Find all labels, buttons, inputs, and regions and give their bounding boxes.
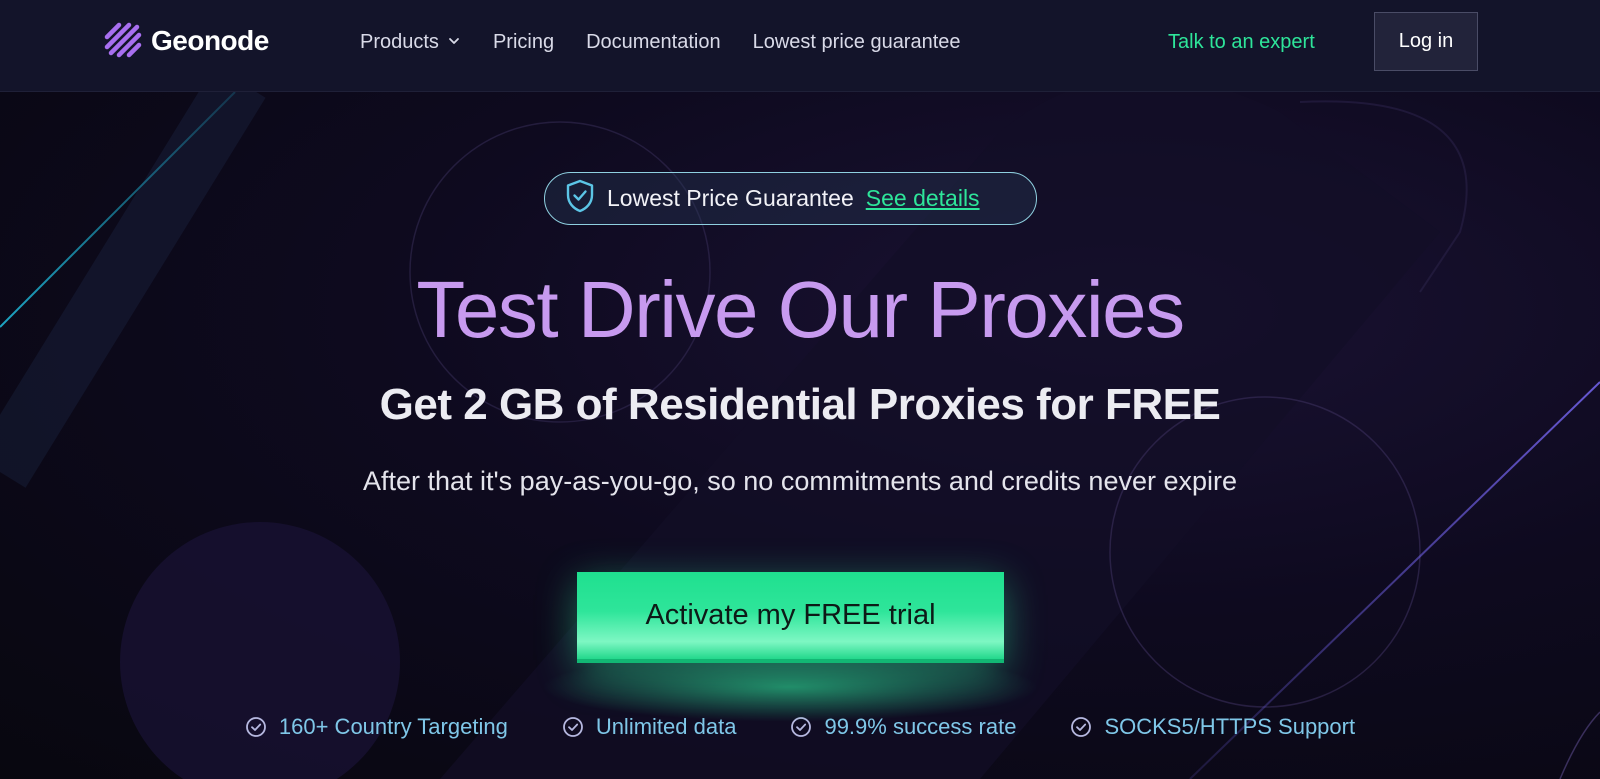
feature-item: SOCKS5/HTTPS Support [1070, 714, 1355, 740]
diagonal-stripes-logo-icon [103, 21, 143, 61]
chevron-down-icon [447, 31, 461, 54]
check-circle-icon [1070, 716, 1092, 738]
check-circle-icon [245, 716, 267, 738]
nav-links: Products Pricing Documentation Lowest pr… [360, 0, 961, 84]
nav-products-label: Products [360, 30, 439, 53]
talk-to-expert-link[interactable]: Talk to an expert [1168, 0, 1315, 84]
hero-description: After that it's pay-as-you-go, so no com… [362, 466, 1238, 496]
hero-subheadline: Get 2 GB of Residential Proxies for FREE [379, 380, 1221, 429]
activate-free-trial-button[interactable]: Activate my FREE trial [577, 572, 1004, 663]
hero-headline: Test Drive Our Proxies [416, 265, 1185, 354]
feature-item: 160+ Country Targeting [245, 714, 508, 740]
hero-section: Lowest Price Guarantee See details Test … [0, 92, 1600, 779]
badge-text: Lowest Price Guarantee [607, 185, 854, 211]
shield-check-icon [565, 179, 595, 218]
nav-products[interactable]: Products [360, 31, 461, 54]
brand-logo[interactable]: Geonode [103, 21, 269, 61]
feature-label: 160+ Country Targeting [278, 714, 508, 739]
top-navbar: Geonode Products Pricing Documentation L… [0, 0, 1600, 92]
feature-label: SOCKS5/HTTPS Support [1104, 714, 1356, 739]
price-guarantee-badge: Lowest Price Guarantee See details [544, 172, 1037, 225]
brand-name: Geonode [151, 25, 269, 56]
page: Geonode Products Pricing Documentation L… [0, 0, 1600, 779]
nav-lowest-price-guarantee[interactable]: Lowest price guarantee [753, 31, 961, 54]
login-button[interactable]: Log in [1374, 12, 1478, 71]
see-details-link[interactable]: See details [866, 185, 980, 212]
nav-documentation[interactable]: Documentation [586, 31, 721, 54]
nav-pricing[interactable]: Pricing [493, 31, 554, 54]
